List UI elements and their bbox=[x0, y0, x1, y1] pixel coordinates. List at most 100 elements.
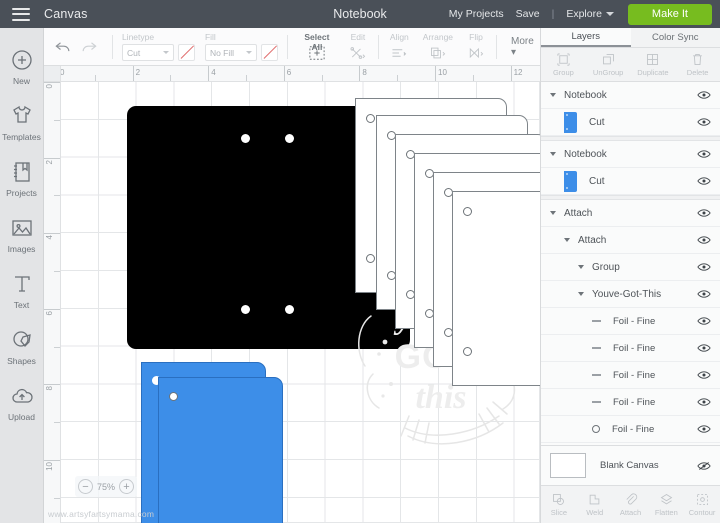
layer-label: Notebook bbox=[564, 89, 607, 101]
duplicate-button[interactable]: Duplicate bbox=[631, 48, 676, 81]
layer-row[interactable]: Attach bbox=[541, 227, 720, 254]
toolbar-divider bbox=[112, 34, 113, 59]
canvas-grid[interactable]: you've GOT ! this bbox=[61, 82, 540, 523]
edit-label: Edit bbox=[350, 31, 366, 42]
ruler-label: 8 bbox=[362, 68, 367, 77]
visibility-off-icon[interactable] bbox=[697, 459, 711, 473]
explore-menu[interactable]: Explore bbox=[566, 8, 614, 20]
select-all-button[interactable]: Select All bbox=[299, 32, 335, 62]
sidebar-item-upload[interactable]: Upload bbox=[0, 374, 44, 430]
make-it-button[interactable]: Make It bbox=[627, 3, 712, 25]
ungroup-button[interactable]: UnGroup bbox=[586, 48, 631, 81]
save-button[interactable]: Save bbox=[516, 8, 540, 20]
visibility-icon[interactable] bbox=[697, 88, 711, 102]
layer-row[interactable]: Group bbox=[541, 254, 720, 281]
align-menu[interactable]: Align bbox=[390, 32, 409, 62]
my-projects-link[interactable]: My Projects bbox=[449, 8, 504, 20]
punch-hole bbox=[241, 134, 250, 143]
notebook-page[interactable] bbox=[452, 191, 540, 386]
flip-menu[interactable]: Flip bbox=[467, 32, 485, 62]
shapes-icon bbox=[9, 327, 35, 353]
delete-button[interactable]: Delete bbox=[675, 48, 720, 81]
group-icon bbox=[557, 53, 570, 66]
layer-row[interactable]: Foil - Fine bbox=[541, 416, 720, 443]
visibility-icon[interactable] bbox=[697, 368, 711, 382]
tab-color-sync[interactable]: Color Sync bbox=[631, 28, 720, 47]
undo-icon[interactable] bbox=[50, 34, 76, 60]
more-menu[interactable]: More ▾ bbox=[511, 36, 540, 58]
layer-row[interactable]: Notebook bbox=[541, 141, 720, 168]
sidebar-item-new[interactable]: New bbox=[0, 38, 44, 94]
zoom-out-button[interactable]: − bbox=[78, 479, 93, 494]
layer-row[interactable]: Foil - Fine bbox=[541, 308, 720, 335]
punch-hole bbox=[241, 305, 250, 314]
chevron-down-icon[interactable] bbox=[578, 265, 584, 269]
fill-control: Fill No Fill bbox=[204, 32, 278, 61]
line-stroke-icon bbox=[592, 320, 601, 322]
chevron-down-icon[interactable] bbox=[578, 292, 584, 296]
layer-label: Attach bbox=[578, 234, 607, 246]
panel-tabs: Layers Color Sync bbox=[541, 28, 720, 48]
ruler-tick bbox=[397, 75, 399, 81]
visibility-icon[interactable] bbox=[697, 260, 711, 274]
layer-row[interactable]: Cut bbox=[541, 109, 720, 136]
chevron-down-icon[interactable] bbox=[550, 152, 556, 156]
contour-button[interactable]: Contour bbox=[684, 486, 720, 523]
paperclip-icon bbox=[626, 493, 638, 505]
tab-layers[interactable]: Layers bbox=[541, 28, 631, 47]
arrange-menu[interactable]: Arrange bbox=[423, 32, 453, 62]
linetype-select[interactable]: Cut bbox=[121, 44, 174, 61]
layer-row[interactable]: Youve-Got-This bbox=[541, 281, 720, 308]
visibility-icon[interactable] bbox=[697, 287, 711, 301]
linetype-color-swatch[interactable] bbox=[177, 44, 195, 61]
canvas-area[interactable]: 0 2 4 6 8 10 12 0 2 4 6 8 10 this − 75% … bbox=[44, 66, 540, 523]
ruler-label: 2 bbox=[45, 159, 54, 165]
fill-label: Fill bbox=[204, 32, 216, 42]
layer-row[interactable]: Foil - Fine bbox=[541, 335, 720, 362]
redo-icon[interactable] bbox=[76, 34, 102, 60]
slice-button[interactable]: Slice bbox=[541, 486, 577, 523]
layers-list[interactable]: Notebook Cut Notebook Cut Attach Attach Group Y… bbox=[541, 82, 720, 445]
visibility-icon[interactable] bbox=[697, 341, 711, 355]
visibility-icon[interactable] bbox=[697, 422, 711, 436]
fill-value: No Fill bbox=[209, 47, 235, 58]
layer-row[interactable]: Cut bbox=[541, 168, 720, 195]
chevron-down-icon[interactable] bbox=[550, 211, 556, 215]
sidebar-item-text[interactable]: Text bbox=[0, 262, 44, 318]
chevron-down-icon[interactable] bbox=[550, 93, 556, 97]
sidebar-item-projects[interactable]: Projects bbox=[0, 150, 44, 206]
flatten-button[interactable]: Flatten bbox=[648, 486, 684, 523]
fill-color-swatch[interactable] bbox=[260, 44, 278, 61]
sidebar-item-templates[interactable]: Templates bbox=[0, 94, 44, 150]
visibility-icon[interactable] bbox=[697, 233, 711, 247]
chevron-down-icon[interactable] bbox=[564, 238, 570, 242]
group-button[interactable]: Group bbox=[541, 48, 586, 81]
blank-canvas-row[interactable]: Blank Canvas bbox=[541, 445, 720, 485]
visibility-icon[interactable] bbox=[697, 174, 711, 188]
edit-menu[interactable]: Edit bbox=[349, 32, 367, 62]
sidebar-item-images[interactable]: Images bbox=[0, 206, 44, 262]
visibility-icon[interactable] bbox=[697, 395, 711, 409]
hamburger-icon[interactable] bbox=[12, 7, 30, 21]
fill-select[interactable]: No Fill bbox=[204, 44, 257, 61]
zoom-control[interactable]: − 75% + bbox=[75, 476, 137, 497]
layer-label: Cut bbox=[589, 116, 605, 128]
canvas-label[interactable]: Canvas bbox=[44, 7, 88, 21]
zoom-in-button[interactable]: + bbox=[118, 479, 134, 494]
layer-row[interactable]: Notebook bbox=[541, 82, 720, 109]
layer-row[interactable]: Foil - Fine bbox=[541, 362, 720, 389]
visibility-icon[interactable] bbox=[697, 314, 711, 328]
visibility-icon[interactable] bbox=[697, 115, 711, 129]
delete-label: Delete bbox=[686, 68, 709, 77]
option-toolbar: Linetype Cut Fill No Fill Select All Edi… bbox=[44, 28, 540, 66]
weld-button[interactable]: Weld bbox=[577, 486, 613, 523]
notebook-cover-blue-front[interactable] bbox=[158, 377, 283, 523]
panel-bottom-tools: Slice Weld Attach Flatten Contour bbox=[541, 485, 720, 523]
layer-row[interactable]: Attach bbox=[541, 200, 720, 227]
visibility-icon[interactable] bbox=[697, 206, 711, 220]
attach-button[interactable]: Attach bbox=[613, 486, 649, 523]
layer-label: Foil - Fine bbox=[613, 342, 656, 354]
layer-row[interactable]: Foil - Fine bbox=[541, 389, 720, 416]
sidebar-item-shapes[interactable]: Shapes bbox=[0, 318, 44, 374]
visibility-icon[interactable] bbox=[697, 147, 711, 161]
